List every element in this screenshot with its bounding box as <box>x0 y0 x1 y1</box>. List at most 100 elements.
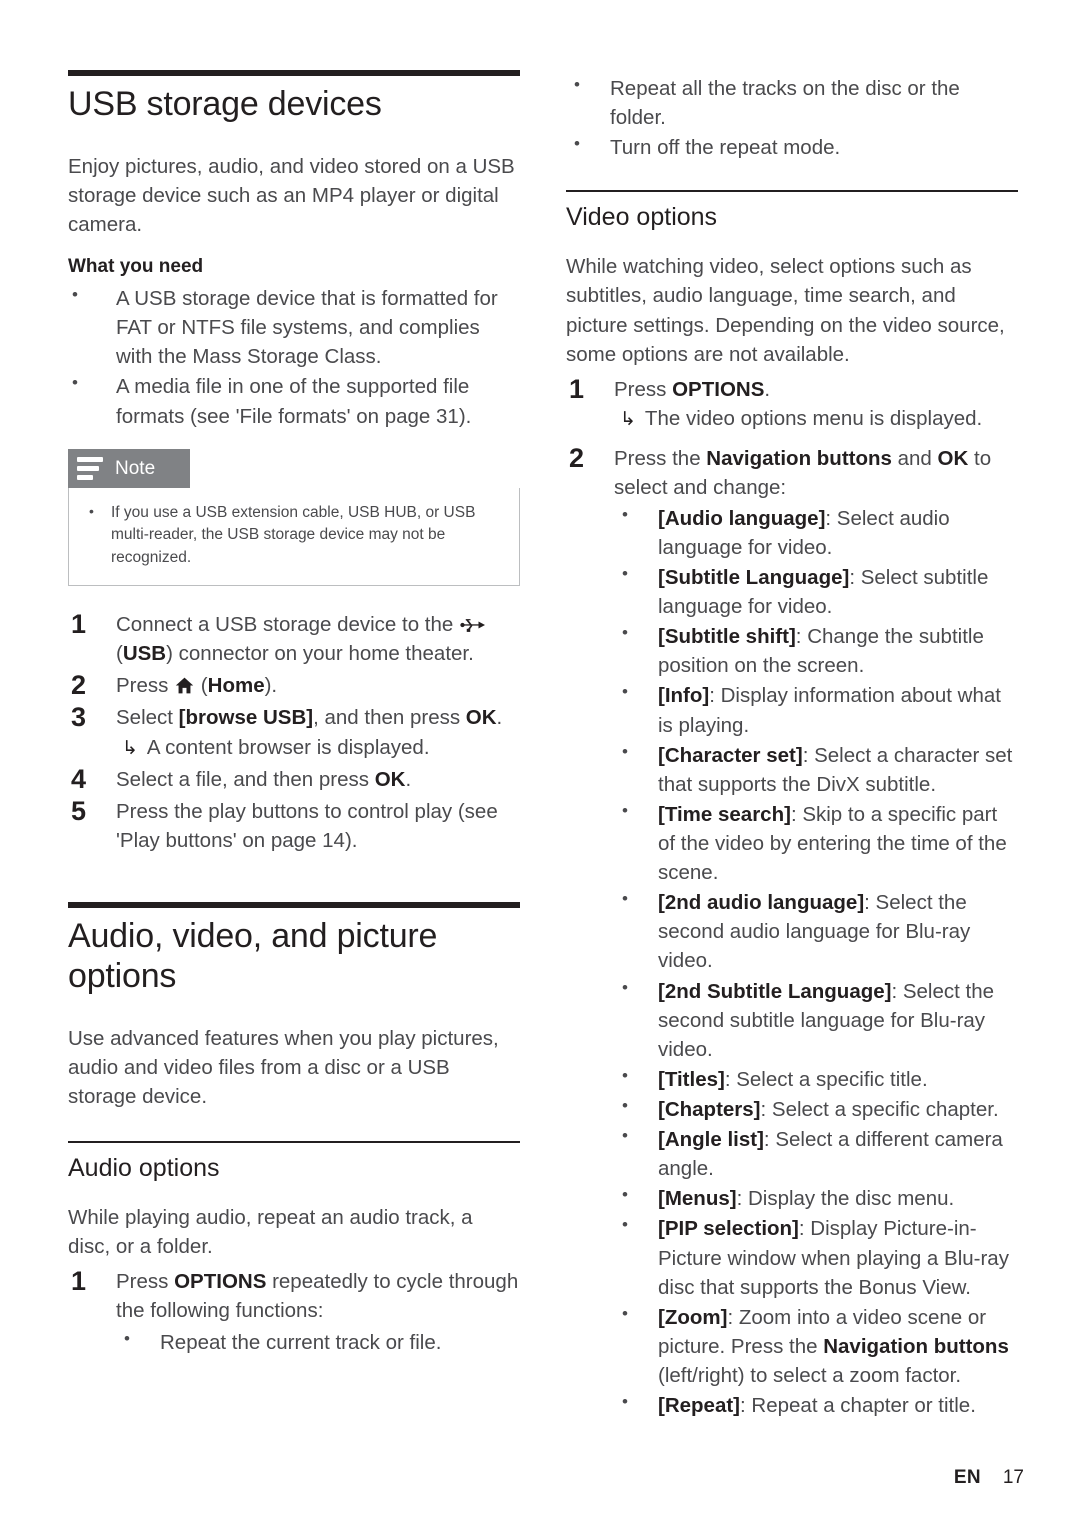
list-item: [Subtitle Language]: Select subtitle lan… <box>614 562 1018 621</box>
step-text: Press <box>116 1270 175 1294</box>
what-you-need-heading: What you need <box>68 256 204 278</box>
option-desc: : Display information about what is play… <box>658 684 1001 737</box>
step-text: . <box>496 706 503 730</box>
step-text: , and then press <box>313 706 466 730</box>
option-term: [Subtitle Language] <box>658 566 850 589</box>
audio-options-intro: While playing audio, repeat an audio tra… <box>68 1206 473 1259</box>
list-item: [2nd Subtitle Language]: Select the seco… <box>614 976 1018 1064</box>
option-term: [Character set] <box>658 743 803 767</box>
list-item: [Zoom]: Zoom into a video scene or pictu… <box>614 1302 1018 1390</box>
list-item: [2nd audio language]: Select the second … <box>614 887 1018 975</box>
step-item: Press the Navigation buttons and OK to s… <box>566 439 1018 1421</box>
video-options-intro: While watching video, select options suc… <box>566 255 1005 366</box>
option-term: [Titles] <box>658 1067 725 1091</box>
step-text: ) connector on your home theater. <box>166 642 474 666</box>
list-item: [Subtitle shift]: Change the subtitle po… <box>614 621 1018 680</box>
step-bold: OK <box>465 706 497 730</box>
step-text: Press the <box>614 446 707 470</box>
step-bold: [browse USB] <box>178 706 314 730</box>
step-bold: OK <box>937 446 969 470</box>
step-item: Connect a USB storage device to the (USB… <box>68 605 520 668</box>
left-column: USB storage devices Enjoy pictures, audi… <box>68 70 520 1527</box>
step-item: Press OPTIONS. ↳ The video options menu i… <box>566 370 1018 434</box>
manual-page: USB storage devices Enjoy pictures, audi… <box>0 0 1080 1527</box>
chapter-rule <box>68 70 520 76</box>
result-arrow-icon: ↳ <box>122 737 138 759</box>
step-text: Press <box>614 377 673 401</box>
option-desc: : Display the disc menu. <box>736 1187 955 1211</box>
step-text: Press the play buttons to control play (… <box>116 800 498 853</box>
video-options-rule <box>566 190 1018 193</box>
option-term: [Menus] <box>658 1187 737 1211</box>
step-item: Press OPTIONS repeatedly to cycle throug… <box>68 1262 520 1357</box>
note-lines-icon <box>77 457 103 481</box>
result-text: The video options menu is displayed. <box>644 406 983 430</box>
option-desc: : Select a specific title. <box>724 1067 928 1091</box>
list-item: [Audio language]: Select audio language … <box>614 503 1018 562</box>
step-text: . <box>764 377 771 401</box>
option-desc: : Select a specific chapter. <box>760 1097 999 1121</box>
step-bold: Home <box>207 674 265 698</box>
step-item: Press the play buttons to control play (… <box>68 792 520 855</box>
step-text: Select <box>116 706 179 730</box>
option-term: [Info] <box>658 684 710 708</box>
option-term: [2nd Subtitle Language] <box>658 979 892 1003</box>
option-term: [Audio language] <box>658 506 826 530</box>
list-item: [Repeat]: Repeat a chapter or title. <box>614 1390 1018 1420</box>
option-desc-tail: (left/right) to select a zoom factor. <box>658 1363 962 1387</box>
audio-functions-continued-list: Repeat all the tracks on the disc or the… <box>566 73 1018 162</box>
note-body: If you use a USB extension cable, USB HU… <box>68 487 520 587</box>
note-item: If you use a USB extension cable, USB HU… <box>85 501 503 569</box>
list-item: [Angle list]: Select a different camera … <box>614 1124 1018 1183</box>
list-item: Repeat all the tracks on the disc or the… <box>566 73 1018 132</box>
page-footer: EN 17 <box>954 1467 1024 1489</box>
footer-page-number: 17 <box>1002 1467 1024 1488</box>
result-text: A content browser is displayed. <box>146 735 430 759</box>
video-options-list: [Audio language]: Select audio language … <box>614 503 1018 1420</box>
option-desc: : Repeat a chapter or title. <box>740 1394 976 1418</box>
video-options-heading: Video options <box>566 203 718 232</box>
list-item: [Menus]: Display the disc menu. <box>614 1183 1018 1213</box>
footer-language: EN <box>953 1467 981 1488</box>
step-bold: Navigation buttons <box>706 446 892 470</box>
section2-intro: Use advanced features when you play pict… <box>68 1026 499 1108</box>
section2-title: Audio, video, and picture options <box>68 916 438 995</box>
step-bold: OK <box>374 768 406 792</box>
step-text: ( <box>195 674 208 698</box>
option-term: [Angle list] <box>658 1128 764 1152</box>
note-header: Note <box>68 448 190 489</box>
step-result: ↳ The video options menu is displayed. <box>614 405 1018 434</box>
step-result: ↳ A content browser is displayed. <box>116 734 520 763</box>
step-text: Press <box>116 674 175 698</box>
chapter-intro: Enjoy pictures, audio, and video stored … <box>68 155 515 237</box>
list-item: [Time search]: Skip to a specific part o… <box>614 799 1018 887</box>
option-term: [Zoom] <box>658 1305 728 1329</box>
option-term: [Repeat] <box>658 1394 741 1418</box>
list-item: [PIP selection]: Display Picture-in-Pict… <box>614 1213 1018 1301</box>
list-item: A USB storage device that is formatted f… <box>68 283 520 371</box>
list-item: Repeat the current track or file. <box>116 1327 520 1357</box>
audio-functions-list: Repeat the current track or file. <box>116 1327 520 1357</box>
list-item: Turn off the repeat mode. <box>566 132 1018 162</box>
audio-options-heading: Audio options <box>68 1154 220 1183</box>
list-item: A media file in one of the supported fil… <box>68 371 520 430</box>
list-item: [Chapters]: Select a specific chapter. <box>614 1094 1018 1124</box>
option-term: [Subtitle shift] <box>658 625 796 649</box>
audio-steps-list: Press OPTIONS repeatedly to cycle throug… <box>68 1262 520 1357</box>
usb-icon <box>460 619 486 632</box>
note-callout: Note If you use a USB extension cable, U… <box>68 448 520 587</box>
usb-steps-list: Connect a USB storage device to the (USB… <box>68 605 520 855</box>
list-item: [Info]: Display information about what i… <box>614 680 1018 739</box>
option-term: [Chapters] <box>658 1097 761 1121</box>
section2-rule <box>68 901 520 908</box>
audio-options-rule <box>68 1141 520 1144</box>
note-title: Note <box>115 458 156 480</box>
home-icon <box>175 677 194 694</box>
step-text: ). <box>264 674 278 698</box>
result-arrow-icon: ↳ <box>620 408 636 430</box>
option-desc-bold: Navigation buttons <box>823 1334 1009 1358</box>
step-bold: OPTIONS <box>672 377 765 401</box>
step-text: . <box>405 768 412 792</box>
step-bold: USB <box>122 642 167 666</box>
option-term: [PIP selection] <box>658 1217 799 1241</box>
